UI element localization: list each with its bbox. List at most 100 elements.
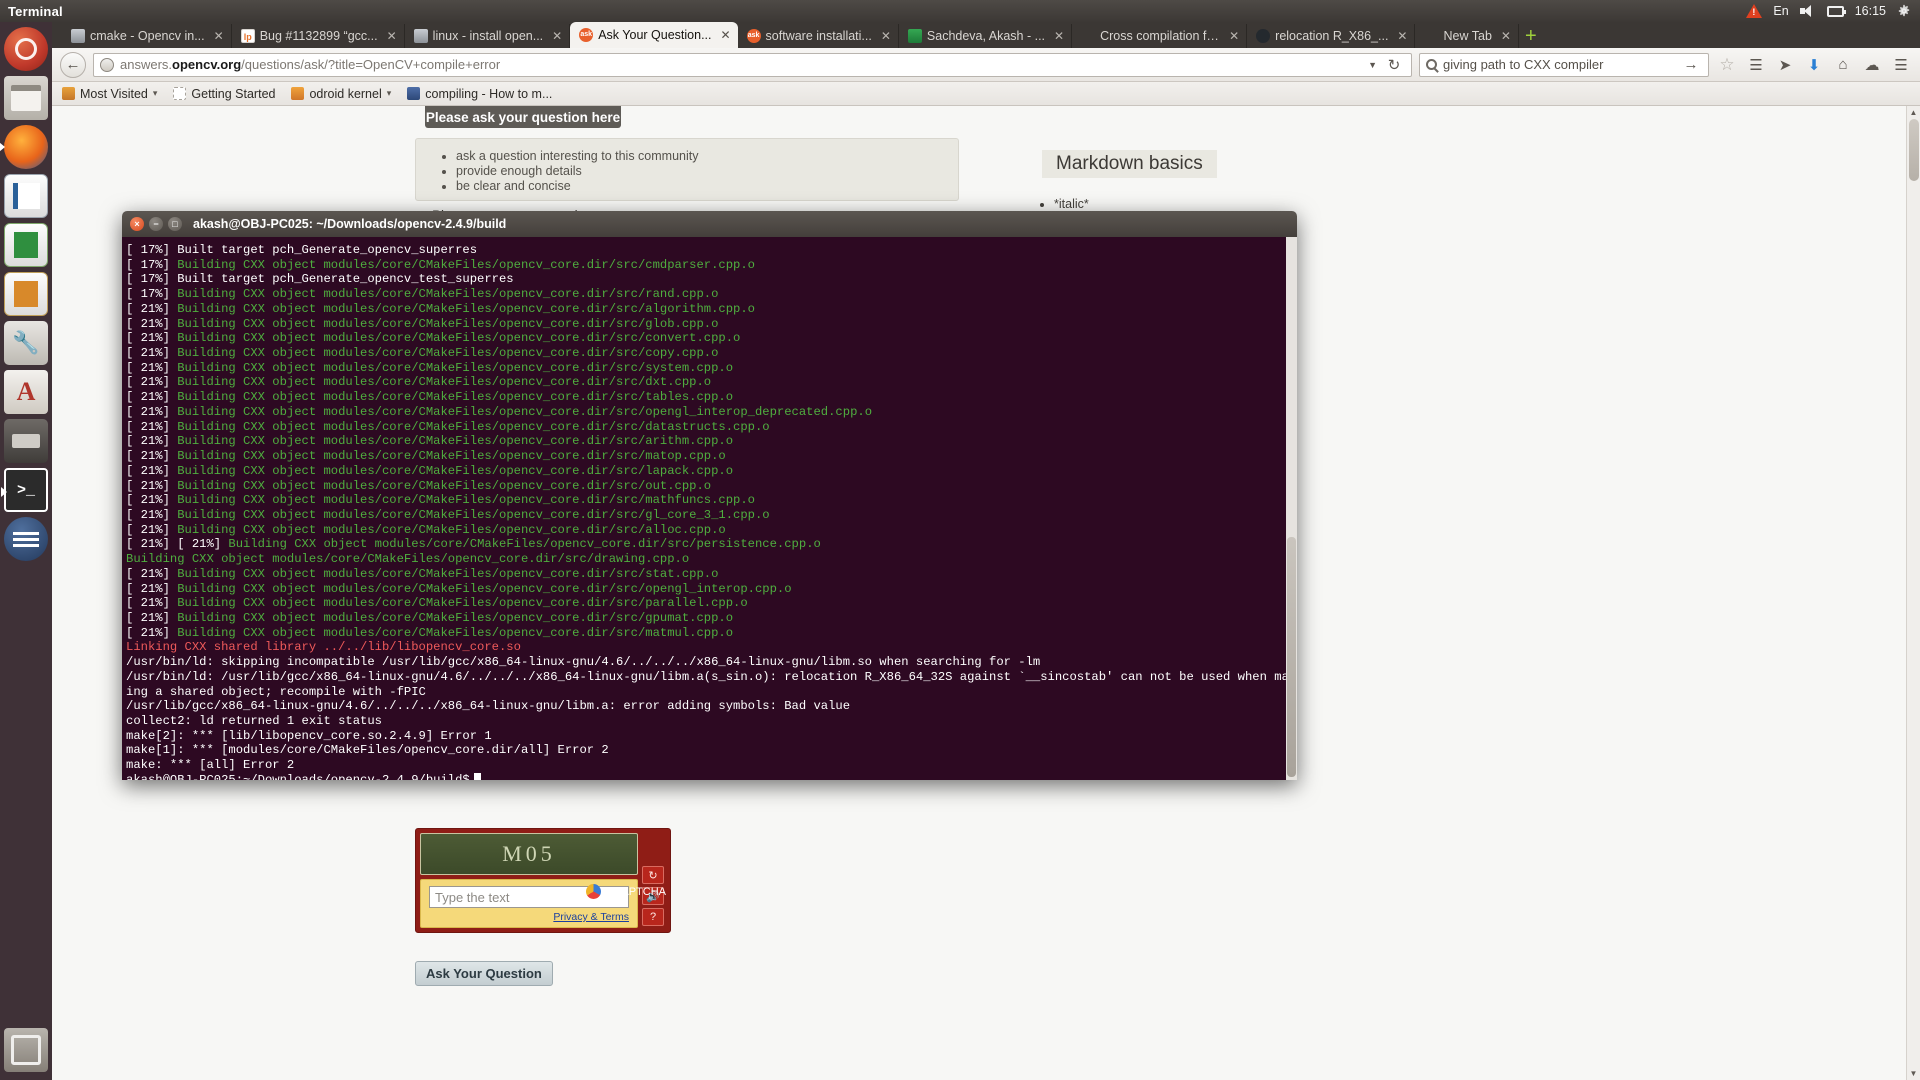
terminal-line-segment: [ 21%] [126, 508, 177, 522]
terminal-line: [ 21%] Building CXX object modules/core/… [126, 346, 1297, 361]
launcher-item-libreoffice-impress[interactable] [4, 272, 48, 316]
sync-icon[interactable]: ☁ [1861, 54, 1883, 76]
launcher-item-firefox[interactable] [4, 125, 48, 169]
help-icon[interactable]: ? [642, 908, 664, 926]
terminal-cursor [474, 773, 481, 780]
bookmark-item-0[interactable]: Most Visited▾ [62, 87, 157, 101]
tab-close-icon[interactable]: ✕ [552, 29, 562, 43]
clock[interactable]: 16:15 [1855, 4, 1886, 18]
tab-close-icon[interactable]: ✕ [214, 29, 224, 43]
terminal-line-segment: [ 21%] [126, 464, 177, 478]
launcher-item-libreoffice-writer[interactable] [4, 174, 48, 218]
hamburger-menu-icon[interactable]: ☰ [1890, 54, 1912, 76]
gear-icon[interactable] [1897, 4, 1911, 18]
chevron-down-icon[interactable]: ▼ [1368, 60, 1377, 70]
launcher-item-ubuntu-one[interactable] [4, 517, 48, 561]
reload-icon[interactable]: ↻ [1383, 54, 1405, 76]
bookmark-star-icon[interactable]: ☆ [1716, 54, 1738, 76]
home-icon[interactable]: ⌂ [1832, 54, 1854, 76]
launcher-item-dash-home[interactable] [4, 27, 48, 71]
go-arrow-icon[interactable]: → [1680, 54, 1702, 76]
bookmark-item-2[interactable]: odroid kernel▾ [291, 87, 391, 101]
bookmark-item-3[interactable]: compiling - How to m... [407, 87, 552, 101]
scroll-up-arrow[interactable]: ▲ [1907, 106, 1920, 119]
launcher-item-terminal[interactable]: >_ [4, 468, 48, 512]
tab-close-icon[interactable]: ✕ [1054, 29, 1064, 43]
terminal-line: [ 21%] Building CXX object modules/core/… [126, 405, 1297, 420]
privacy-terms-link[interactable]: Privacy & Terms [429, 911, 629, 923]
terminal-line-segment: [ 17%] [126, 258, 177, 272]
pocket-icon[interactable]: ➤ [1774, 54, 1796, 76]
terminal-title-bar[interactable]: × − □ akash@OBJ-PC025: ~/Downloads/openc… [122, 211, 1297, 237]
java-icon [414, 29, 428, 43]
browser-tab-5[interactable]: Sachdeva, Akash - ... ✕ [899, 24, 1072, 48]
terminal-line-segment: Building CXX object modules/core/CMakeFi… [228, 537, 820, 551]
chevron-down-icon[interactable]: ▾ [387, 88, 392, 99]
browser-tab-1[interactable]: lpBug #1132899 “gcc...✕ [232, 24, 405, 48]
browser-tab-2[interactable]: linux - install open... ✕ [405, 24, 571, 48]
scroll-down-arrow[interactable]: ▼ [1907, 1067, 1920, 1080]
unity-launcher: A >_ [0, 22, 52, 1080]
panel-app-title[interactable]: Terminal [8, 4, 63, 19]
browser-tab-label: Sachdeva, Akash - ... [927, 29, 1045, 43]
bookmark-item-1[interactable]: Getting Started [173, 87, 275, 101]
terminal-line: [ 21%] Building CXX object modules/core/… [126, 464, 1297, 479]
browser-tab-0[interactable]: cmake - Opencv in...✕ [62, 24, 232, 48]
tab-close-icon[interactable]: ✕ [387, 29, 397, 43]
tab-close-icon[interactable]: ✕ [1397, 29, 1407, 43]
terminal-line-segment: [ 21%] [126, 523, 177, 537]
browser-tab-6[interactable]: Cross compilation for...✕ [1072, 24, 1247, 48]
url-bar[interactable]: answers.opencv.org/questions/ask/?title=… [93, 53, 1412, 77]
terminal-line-segment: Building CXX object modules/core/CMakeFi… [177, 464, 733, 478]
maximize-icon[interactable]: □ [168, 217, 182, 231]
ask-your-question-button[interactable]: Ask Your Question [415, 961, 553, 986]
chevron-down-icon[interactable]: ▾ [153, 88, 158, 99]
terminal-line-segment: Building CXX object modules/core/CMakeFi… [177, 582, 791, 596]
launcher-item-fonts[interactable]: A [4, 370, 48, 414]
browser-tab-8[interactable]: New Tab✕ [1415, 24, 1518, 48]
terminal-line: [ 17%] Built target pch_Generate_opencv_… [126, 243, 1297, 258]
tab-close-icon[interactable]: ✕ [1229, 29, 1239, 43]
terminal-line-segment: Building CXX object modules/core/CMakeFi… [177, 258, 755, 272]
keyboard-layout-indicator[interactable]: En [1773, 4, 1788, 18]
close-icon[interactable]: × [130, 217, 144, 231]
terminal-line: [ 21%] Building CXX object modules/core/… [126, 361, 1297, 376]
terminal-line-segment: Building CXX object modules/core/CMakeFi… [177, 302, 755, 316]
terminal-line-segment: /usr/bin/ld: /usr/lib/gcc/x86_64-linux-g… [126, 670, 1296, 684]
browser-tab-3[interactable]: askAsk Your Question...✕ [570, 22, 737, 48]
warning-triangle-icon[interactable] [1746, 4, 1762, 18]
search-bar[interactable]: giving path to CXX compiler → [1419, 53, 1709, 77]
reader-view-icon[interactable]: ☰ [1745, 54, 1767, 76]
refresh-icon[interactable]: ↻ [642, 866, 664, 884]
tab-close-icon[interactable]: ✕ [720, 28, 730, 42]
launcher-item-system-tools[interactable] [4, 321, 48, 365]
battery-icon[interactable] [1827, 6, 1844, 17]
tab-close-icon[interactable]: ✕ [881, 29, 891, 43]
page-scrollbar[interactable]: ▲ ▼ [1906, 106, 1920, 1080]
launcher-item-scanner[interactable] [4, 419, 48, 463]
browser-tab-4[interactable]: asksoftware installati...✕ [738, 24, 899, 48]
new-tab-button[interactable]: + [1525, 26, 1537, 48]
browser-tab-label: software installati... [766, 29, 872, 43]
terminal-scroll-thumb[interactable] [1287, 537, 1296, 777]
terminal-line-segment: [ 21%] [126, 567, 177, 581]
tab-close-icon[interactable]: ✕ [1501, 29, 1511, 43]
volume-icon[interactable] [1800, 4, 1816, 18]
terminal-line-segment: Building CXX object modules/core/CMakeFi… [177, 361, 733, 375]
terminal-line: [ 21%] Building CXX object modules/core/… [126, 302, 1297, 317]
launcher-item-libreoffice-calc[interactable] [4, 223, 48, 267]
url-text: answers.opencv.org/questions/ask/?title=… [120, 57, 1362, 72]
back-button[interactable]: ← [60, 52, 86, 78]
terminal-scrollbar[interactable] [1286, 237, 1297, 780]
terminal-line-segment: Building CXX object modules/core/CMakeFi… [177, 493, 755, 507]
scroll-thumb[interactable] [1909, 119, 1919, 181]
browser-tab-7[interactable]: relocation R_X86_...✕ [1247, 24, 1415, 48]
terminal-line: [ 21%] Building CXX object modules/core/… [126, 390, 1297, 405]
launcher-item-trash[interactable] [4, 1028, 48, 1072]
browser-tab-label: linux - install open... [433, 29, 543, 43]
recaptcha-brand: reCAPTCHA [586, 884, 666, 899]
minimize-icon[interactable]: − [149, 217, 163, 231]
launcher-item-files[interactable] [4, 76, 48, 120]
terminal-body[interactable]: [ 17%] Built target pch_Generate_opencv_… [122, 237, 1297, 780]
download-arrow-icon[interactable]: ⬇ [1803, 54, 1825, 76]
